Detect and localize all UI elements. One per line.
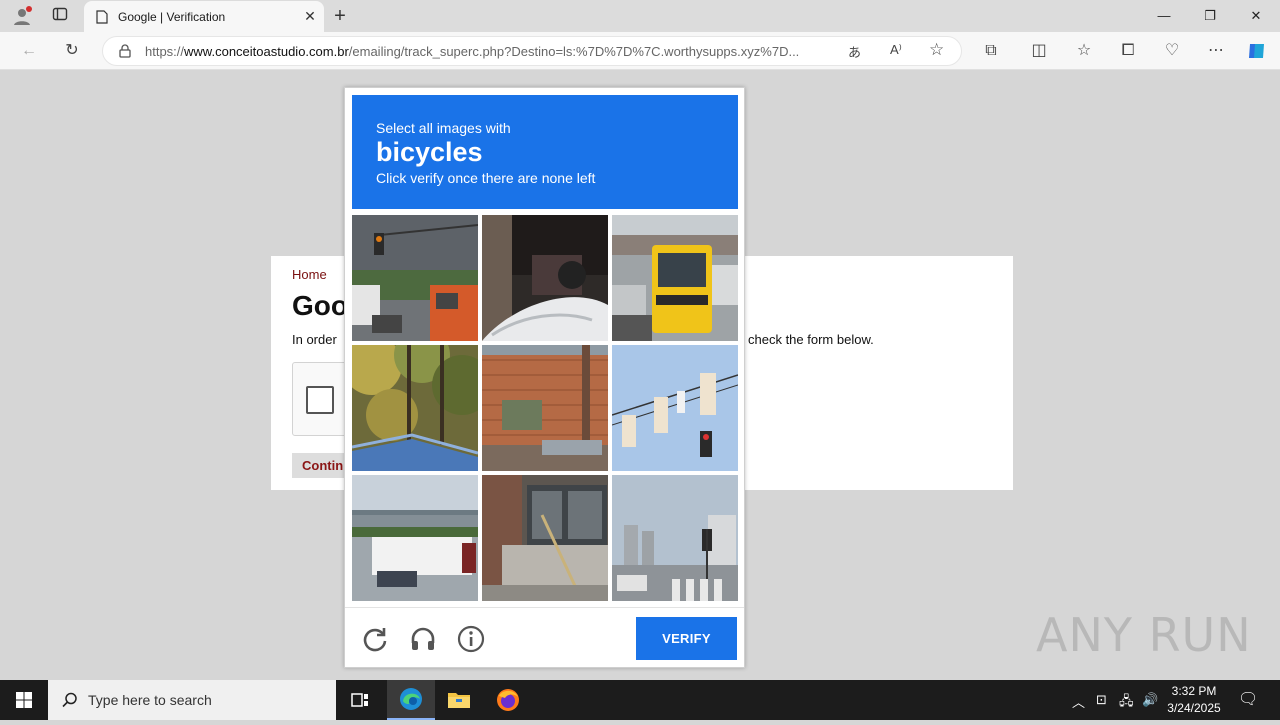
copilot-icon[interactable]	[1246, 40, 1268, 62]
favorite-star-icon[interactable]: ☆	[929, 40, 944, 60]
taskbar-search[interactable]: Type here to search	[48, 680, 336, 720]
address-bar: ← ↻ https://www.conceitoastudio.com.br/e…	[0, 32, 1280, 70]
close-tab-icon[interactable]: ✕	[296, 8, 324, 25]
image-tile[interactable]	[612, 475, 738, 601]
image-tile[interactable]	[482, 345, 608, 471]
clock-date: 3/24/2025	[1167, 701, 1221, 715]
image-tile[interactable]	[352, 215, 478, 341]
tray-device-icon[interactable]: ⊡	[1096, 692, 1107, 708]
profile-icon[interactable]	[12, 6, 32, 26]
read-aloud-icon[interactable]: A⁾	[890, 42, 902, 58]
audio-challenge-icon[interactable]	[408, 624, 438, 654]
reload-challenge-icon[interactable]	[360, 624, 390, 654]
clock[interactable]: 3:32 PM 3/24/2025	[1158, 683, 1230, 717]
image-tile[interactable]	[482, 475, 608, 601]
tab-actions-icon[interactable]	[50, 6, 70, 26]
challenge-target: bicycles	[376, 137, 483, 167]
image-tile[interactable]	[482, 215, 608, 341]
image-tile[interactable]	[612, 345, 738, 471]
start-button[interactable]	[0, 680, 48, 720]
volume-icon[interactable]: 🔊	[1142, 692, 1158, 708]
info-icon[interactable]	[456, 624, 486, 654]
image-tile[interactable]	[352, 475, 478, 601]
more-menu-icon[interactable]: ⋯	[1205, 40, 1227, 62]
taskbar: Type here to search ︿ ⊡ 🖧 🔊 3:32 PM 3/24…	[0, 680, 1280, 720]
new-tab-icon[interactable]: +	[330, 6, 350, 26]
instruction-text: In order	[292, 332, 337, 347]
tab-title: Google | Verification	[118, 9, 226, 24]
tab-verification[interactable]: Google | Verification ✕	[84, 1, 324, 32]
extensions-icon[interactable]: ⧉	[980, 40, 1002, 62]
tab-bar: Google | Verification ✕ + — ❐ ✕	[0, 0, 1280, 32]
search-placeholder: Type here to search	[88, 692, 212, 708]
windows-icon	[16, 692, 32, 708]
close-window-icon[interactable]: ✕	[1233, 0, 1279, 32]
translate-icon[interactable]: あ	[848, 42, 861, 61]
image-grid	[352, 215, 738, 601]
url-field[interactable]: https://www.conceitoastudio.com.br/email…	[102, 36, 962, 66]
captcha-challenge: Select all images with bicycles Click ve…	[344, 87, 745, 668]
image-tile[interactable]	[352, 345, 478, 471]
image-tile[interactable]	[612, 215, 738, 341]
page-title: Goo	[292, 290, 348, 321]
challenge-hint: Click verify once there are none left	[376, 170, 596, 186]
challenge-prompt: Select all images with	[376, 120, 511, 136]
collections-icon[interactable]: ⧠	[1117, 40, 1139, 62]
page-icon	[96, 9, 108, 24]
instruction-text-end: check the form below.	[748, 332, 874, 347]
file-explorer-icon[interactable]	[435, 680, 483, 720]
verify-button[interactable]: VERIFY	[636, 617, 737, 660]
refresh-icon[interactable]: ↻	[61, 40, 83, 62]
search-icon	[62, 692, 77, 708]
watermark: ANY RUN	[1036, 608, 1252, 662]
firefox-icon[interactable]	[484, 680, 532, 720]
minimize-icon[interactable]: —	[1141, 0, 1187, 32]
lock-icon	[119, 44, 131, 58]
url-text: https://www.conceitoastudio.com.br/email…	[145, 43, 800, 59]
clock-time: 3:32 PM	[1171, 684, 1217, 698]
captcha-checkbox[interactable]	[306, 386, 334, 414]
network-icon[interactable]: 🖧	[1119, 692, 1134, 714]
notifications-icon[interactable]: 🗨	[1238, 689, 1258, 709]
browser-essentials-icon[interactable]: ♡	[1161, 40, 1183, 62]
footer-divider	[345, 607, 744, 608]
back-icon[interactable]: ←	[18, 40, 40, 62]
restore-icon[interactable]: ❐	[1187, 0, 1233, 32]
favorites-icon[interactable]: ☆	[1073, 40, 1095, 62]
task-view-icon[interactable]	[336, 680, 384, 720]
split-screen-icon[interactable]: ◫	[1028, 40, 1050, 62]
tray-chevron-icon[interactable]: ︿	[1072, 692, 1085, 711]
edge-taskbar-icon[interactable]	[387, 680, 435, 720]
breadcrumb[interactable]: Home	[292, 267, 327, 282]
challenge-header: Select all images with bicycles Click ve…	[352, 95, 738, 209]
